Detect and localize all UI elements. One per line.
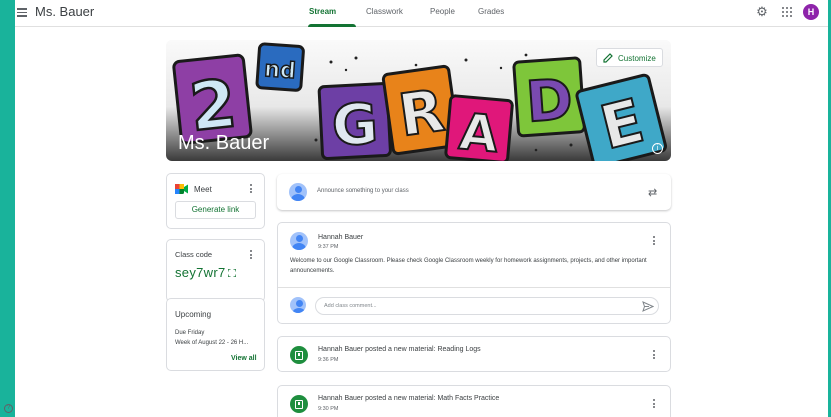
post-more-icon[interactable]: [652, 235, 656, 247]
material-more-icon[interactable]: [652, 398, 656, 410]
post-divider: [278, 287, 670, 288]
upcoming-due: Due Friday: [175, 330, 205, 336]
class-code-card: Class code sey7wr7: [166, 239, 265, 302]
post-author: Hannah Bauer: [318, 234, 364, 241]
stream-post: Hannah Bauer 9:37 PM Welcome to our Goog…: [277, 222, 671, 324]
help-icon[interactable]: ?: [4, 404, 13, 413]
announce-box[interactable]: Announce something to your class ⇄: [277, 174, 671, 210]
material-time: 9:36 PM: [318, 357, 339, 363]
classroom-page: Ms. Bauer Stream Classwork People Grades…: [15, 0, 828, 417]
menu-icon[interactable]: [17, 6, 29, 18]
svg-text:G: G: [330, 92, 379, 159]
repost-icon[interactable]: ⇄: [648, 186, 657, 199]
upcoming-title: Upcoming: [175, 310, 212, 319]
post-time: 9:37 PM: [318, 244, 339, 250]
gear-icon[interactable]: ⚙: [755, 5, 769, 19]
material-more-icon[interactable]: [652, 349, 656, 361]
tab-people[interactable]: People: [430, 7, 455, 16]
apps-grid-icon[interactable]: [782, 7, 792, 17]
commenter-avatar: [290, 297, 306, 313]
account-avatar[interactable]: H: [803, 4, 819, 20]
pencil-icon: [603, 53, 613, 63]
info-icon[interactable]: i: [652, 143, 663, 154]
material-icon: [290, 395, 308, 413]
meet-more-icon[interactable]: [249, 183, 253, 195]
meet-icon: [175, 184, 188, 194]
meet-label: Meet: [194, 185, 212, 194]
banner-class-title: Ms. Bauer: [178, 132, 270, 154]
svg-text:nd: nd: [263, 57, 296, 84]
meet-card: Meet Generate link: [166, 173, 265, 229]
user-avatar: [289, 183, 307, 201]
class-code-more-icon[interactable]: [249, 249, 253, 261]
send-icon[interactable]: [642, 301, 654, 312]
comment-placeholder: Add class comment...: [324, 303, 377, 309]
material-time: 9:30 PM: [318, 406, 339, 412]
fullscreen-icon[interactable]: [228, 269, 236, 277]
material-post[interactable]: Hannah Bauer posted a new material: Read…: [277, 336, 671, 372]
active-tab-indicator: [308, 24, 356, 27]
material-icon: [290, 346, 308, 364]
tab-grades[interactable]: Grades: [478, 7, 504, 16]
class-comment-input[interactable]: Add class comment...: [315, 297, 659, 315]
announce-placeholder: Announce something to your class: [317, 188, 409, 194]
material-title: Hannah Bauer posted a new material: Read…: [318, 346, 481, 353]
post-body: Welcome to our Google Classroom. Please …: [290, 258, 647, 274]
customize-label: Customize: [618, 54, 656, 63]
svg-text:A: A: [457, 102, 501, 161]
svg-text:R: R: [395, 76, 449, 150]
class-code-value: sey7wr7: [175, 265, 226, 280]
class-banner: 2 nd G R A D E Ms. Bauer Customize i: [166, 40, 671, 161]
material-post[interactable]: Hannah Bauer posted a new material: Math…: [277, 385, 671, 417]
svg-text:D: D: [524, 67, 575, 135]
view-all-link[interactable]: View all: [231, 355, 257, 362]
class-code-label: Class code: [175, 250, 213, 259]
material-title: Hannah Bauer posted a new material: Math…: [318, 395, 500, 402]
author-avatar: [290, 232, 308, 250]
customize-button[interactable]: Customize: [596, 48, 663, 67]
class-title[interactable]: Ms. Bauer: [35, 4, 94, 19]
tab-classwork[interactable]: Classwork: [366, 7, 403, 16]
generate-link-button[interactable]: Generate link: [175, 201, 256, 219]
upcoming-item[interactable]: Week of August 22 - 26 H...: [175, 340, 248, 346]
upcoming-card: Upcoming Due Friday Week of August 22 - …: [166, 298, 265, 371]
tab-stream[interactable]: Stream: [309, 7, 336, 16]
top-bar: Ms. Bauer Stream Classwork People Grades…: [15, 0, 828, 27]
